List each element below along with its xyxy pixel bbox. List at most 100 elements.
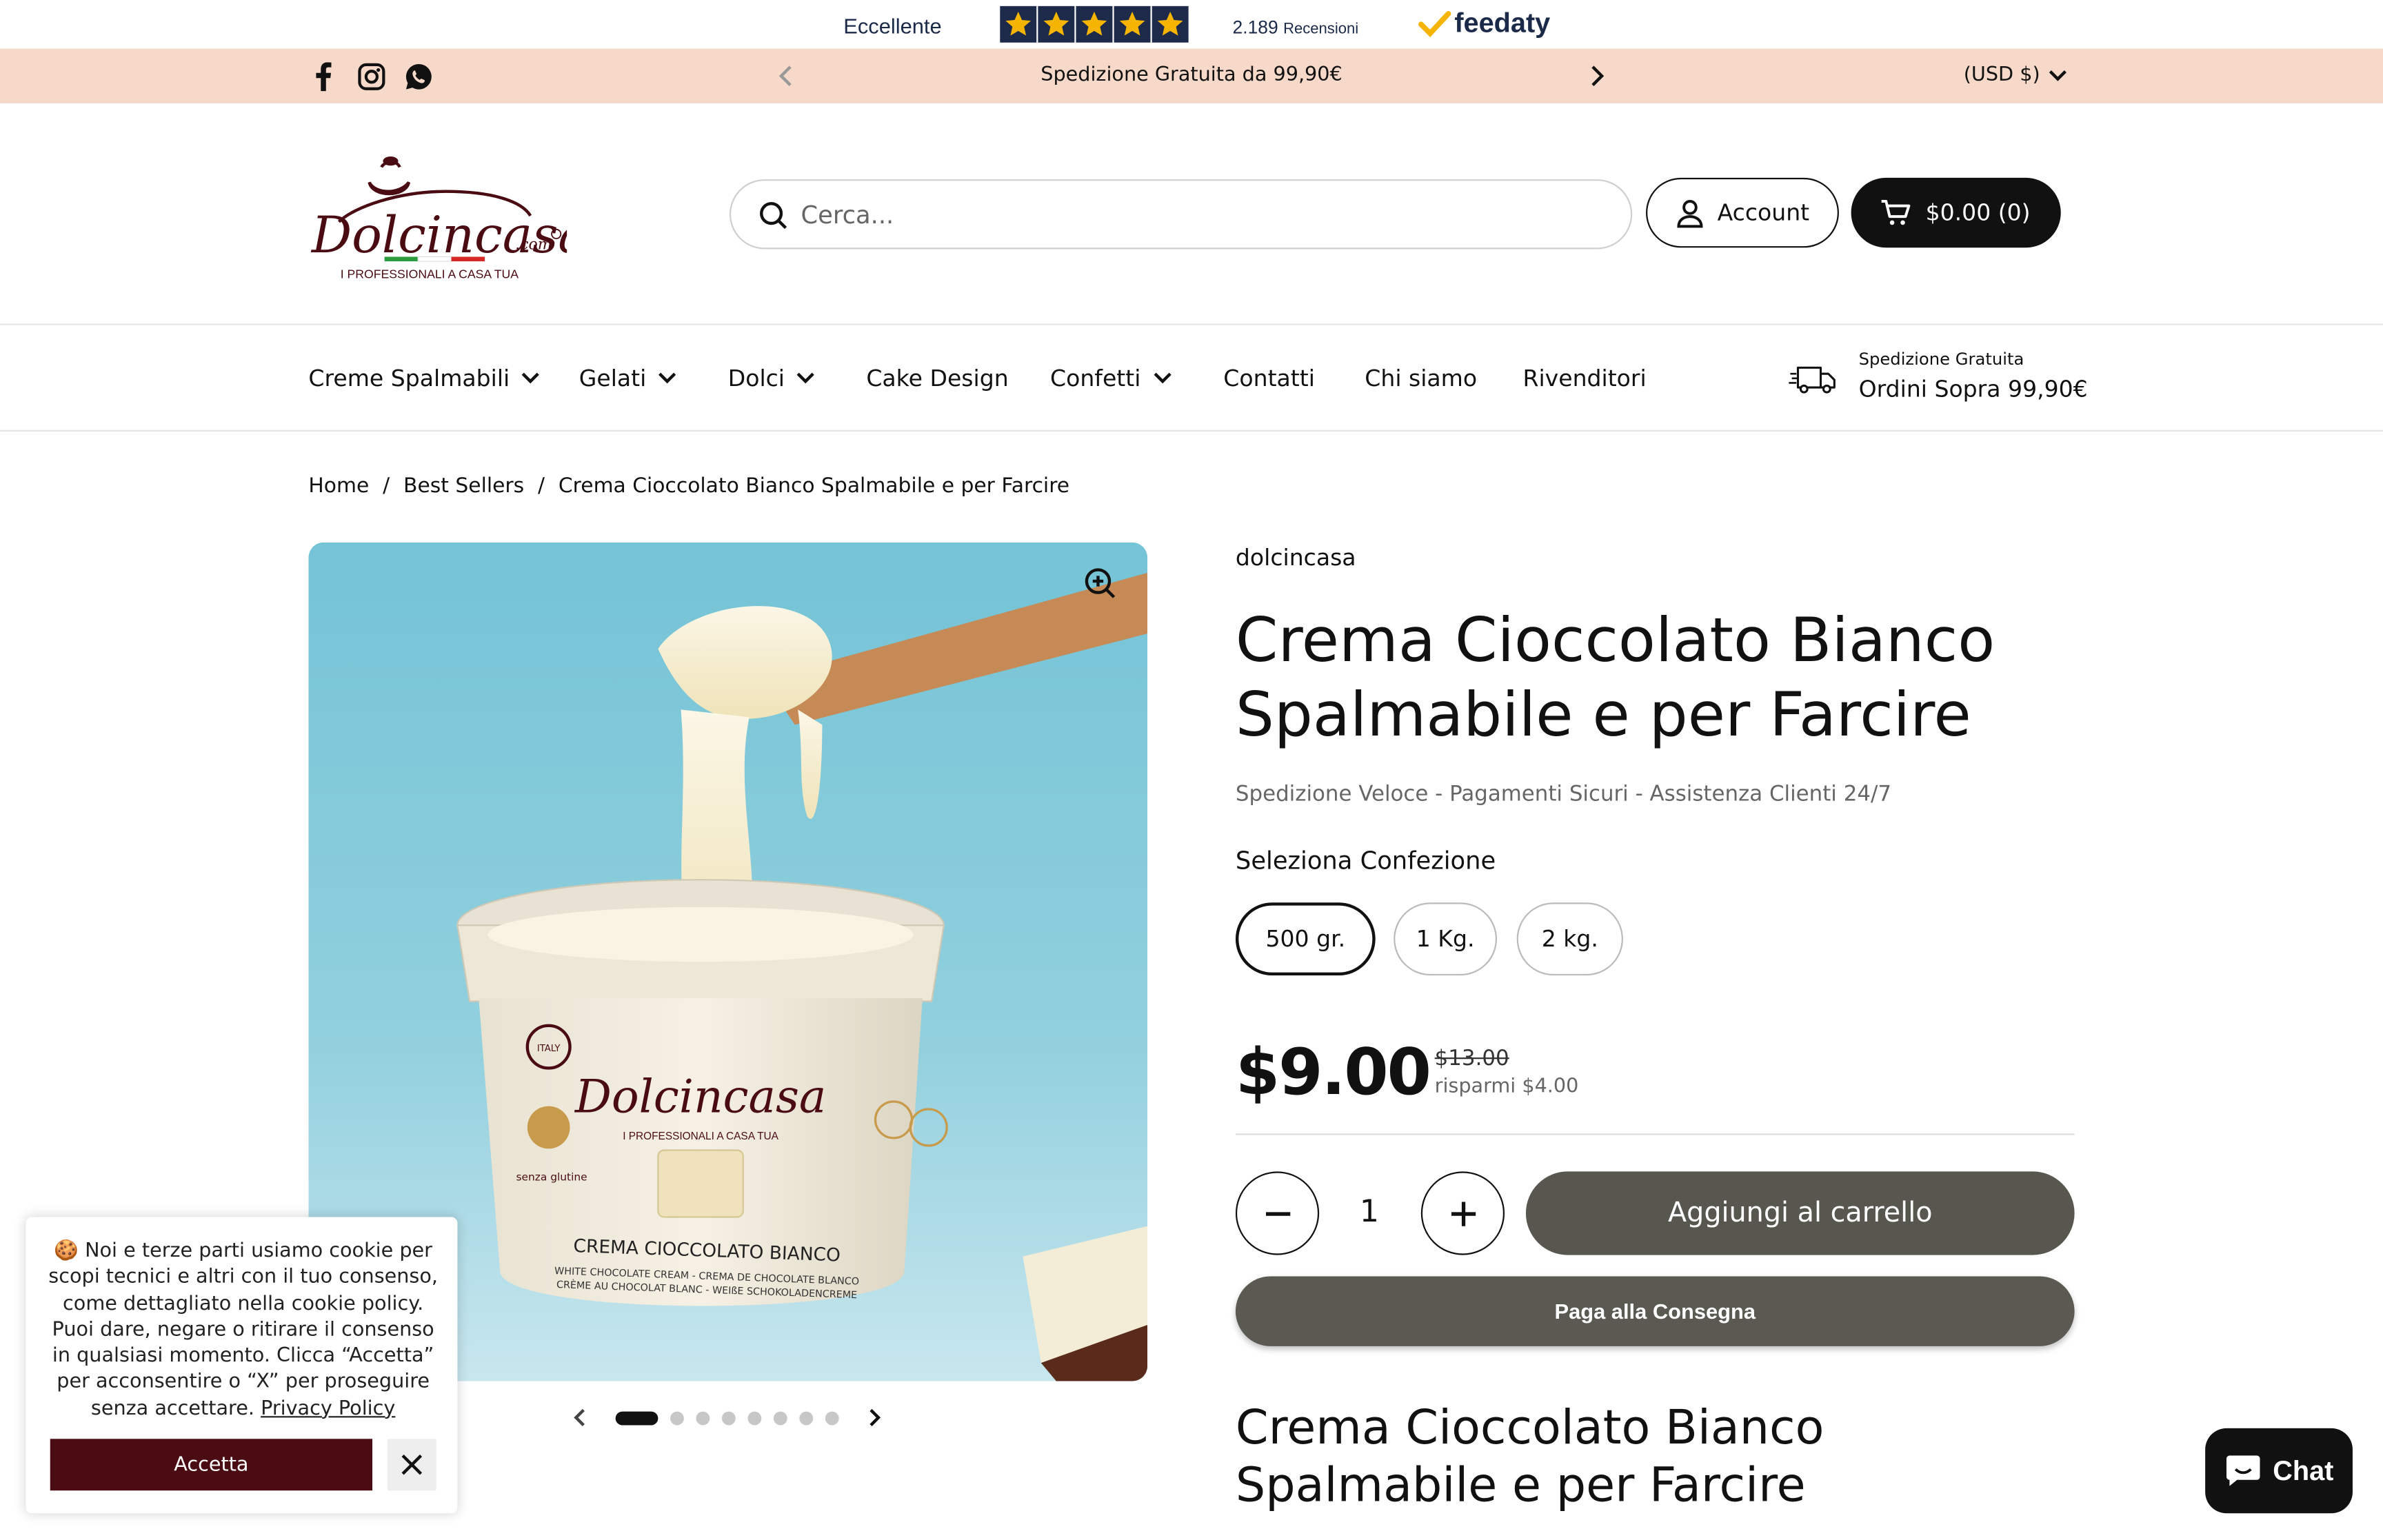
nav-item-creme-spalmabili[interactable]: Creme Spalmabili: [308, 365, 540, 392]
cart-label: $0.00 (0): [1925, 199, 2031, 227]
breadcrumb-home[interactable]: Home: [308, 474, 369, 498]
cart-icon: [1881, 200, 1911, 225]
option-2kg[interactable]: 2 kg.: [1516, 902, 1623, 976]
breadcrumb-current: Crema Cioccolato Bianco Spalmabile e per…: [558, 474, 1070, 498]
compare-price: $13.00: [1434, 1046, 1509, 1071]
breadcrumb-separator: /: [383, 474, 390, 498]
nav-item-gelati[interactable]: Gelati: [579, 365, 677, 392]
chevron-down-icon: [1153, 372, 1171, 384]
page: Eccellente 2.189 Recensioni feedaty Sped…: [0, 0, 2383, 1539]
close-icon: [401, 1454, 423, 1475]
chevron-right-icon[interactable]: [1589, 65, 1605, 87]
quantity-decrease-button[interactable]: [1235, 1171, 1320, 1255]
svg-text:I PROFESSIONALI A CASA TUA: I PROFESSIONALI A CASA TUA: [623, 1131, 778, 1142]
cookie-message: Noi e terze parti usiamo cookie per scop…: [48, 1239, 439, 1421]
chevron-down-icon: [797, 372, 815, 384]
cash-on-delivery-button[interactable]: Paga alla Consegna: [1235, 1276, 2075, 1346]
search-input[interactable]: [801, 197, 1561, 232]
product-vendor[interactable]: dolcincasa: [1236, 544, 1356, 571]
zoom-in-icon[interactable]: [1084, 567, 1117, 600]
nav-item-label: Gelati: [579, 364, 647, 392]
gallery-dot[interactable]: [825, 1410, 839, 1425]
account-label: Account: [1717, 199, 1810, 227]
chevron-down-icon: [658, 372, 676, 384]
nav-item-label: Chi siamo: [1365, 364, 1478, 392]
feedaty-logo[interactable]: feedaty: [1418, 8, 1550, 39]
svg-text:senza glutine: senza glutine: [516, 1171, 587, 1184]
cookie-icon: 🍪: [54, 1239, 79, 1263]
currency-label: (USD $): [1963, 63, 2040, 87]
checkmark-icon: [1418, 10, 1451, 37]
chevron-down-icon: [522, 372, 540, 384]
svg-text:Dolcincasa: Dolcincasa: [574, 1070, 826, 1123]
star-icon: [1152, 6, 1189, 43]
chat-button[interactable]: Chat: [2205, 1428, 2353, 1514]
chevron-left-icon[interactable]: [570, 1407, 592, 1428]
gallery-dot[interactable]: [696, 1410, 710, 1425]
rating-stars: [1000, 6, 1189, 43]
chevron-down-icon: [2049, 69, 2067, 81]
quantity-increase-button[interactable]: [1420, 1171, 1505, 1255]
nav-item-label: Rivenditori: [1522, 364, 1647, 392]
nav-item-contatti[interactable]: Contatti: [1223, 365, 1315, 392]
account-button[interactable]: Account: [1646, 177, 1839, 248]
plus-icon: [1450, 1201, 1476, 1226]
review-count-suffix: Recensioni: [1283, 21, 1359, 39]
chat-label: Chat: [2273, 1455, 2334, 1486]
gallery-pagination: [570, 1407, 885, 1428]
gallery-dot[interactable]: [773, 1410, 787, 1425]
chevron-right-icon[interactable]: [863, 1407, 885, 1428]
shipping-line-2: Ordini Sopra 99,90€: [1858, 375, 2088, 403]
gallery-dot[interactable]: [670, 1410, 684, 1425]
gallery-dot[interactable]: [615, 1410, 658, 1425]
currency-selector[interactable]: (USD $): [1964, 64, 2068, 87]
svg-text:ITALY: ITALY: [537, 1044, 561, 1054]
quantity-input[interactable]: 1: [1323, 1193, 1417, 1229]
savings-label: risparmi $4.00: [1434, 1075, 1579, 1099]
gallery-dot[interactable]: [721, 1410, 736, 1425]
site-logo[interactable]: Dolcincasa .com I PROFESSIONALI A CASA T…: [308, 149, 567, 289]
privacy-policy-link[interactable]: Privacy Policy: [261, 1397, 395, 1420]
review-count-number: 2.189: [1232, 17, 1278, 39]
nav-item-dolci[interactable]: Dolci: [728, 365, 815, 392]
cart-button[interactable]: $0.00 (0): [1851, 177, 2061, 248]
nav-item-confetti[interactable]: Confetti: [1050, 365, 1171, 392]
add-to-cart-button[interactable]: Aggiungi al carrello: [1525, 1171, 2075, 1255]
divider: [1235, 1133, 2075, 1135]
user-icon: [1677, 199, 1703, 227]
option-1kg[interactable]: 1 Kg.: [1394, 902, 1498, 976]
nav-item-cake-design[interactable]: Cake Design: [866, 365, 1008, 392]
nav-item-label: Confetti: [1050, 364, 1141, 392]
nav-item-chi-siamo[interactable]: Chi siamo: [1365, 365, 1477, 392]
description-heading: Crema Cioccolato Bianco Spalmabile e per…: [1235, 1401, 1824, 1514]
product-price: $9.00: [1235, 1034, 1431, 1109]
option-500gr[interactable]: 500 gr.: [1235, 902, 1376, 976]
star-icon: [1076, 6, 1113, 43]
announcement-bar: Spedizione Gratuita da 99,90€ (USD $): [0, 48, 2383, 103]
nav-item-label: Creme Spalmabili: [308, 364, 510, 392]
shipping-line-1: Spedizione Gratuita: [1858, 349, 2024, 369]
cookie-banner: 🍪 Noi e terze parti usiamo cookie per sc…: [26, 1217, 458, 1514]
rating-label: Eccellente: [843, 13, 942, 39]
cookie-close-button[interactable]: [388, 1439, 436, 1491]
chat-bubble-icon: [2225, 1455, 2260, 1486]
review-count: 2.189 Recensioni: [1233, 17, 1359, 38]
star-icon: [1114, 6, 1151, 43]
svg-text:Dolcincasa: Dolcincasa: [310, 206, 567, 265]
option-label: Seleziona Confezione: [1235, 846, 1496, 875]
delivery-truck-icon: [1789, 366, 1836, 394]
gallery-dot[interactable]: [799, 1410, 814, 1425]
cookie-accept-button[interactable]: Accetta: [50, 1439, 373, 1491]
gallery-dot[interactable]: [747, 1410, 762, 1425]
nav-item-label: Dolci: [727, 364, 785, 392]
feedaty-label: feedaty: [1454, 8, 1551, 39]
reviews-bar[interactable]: Eccellente 2.189 Recensioni feedaty: [0, 0, 2383, 49]
nav-item-rivenditori[interactable]: Rivenditori: [1523, 365, 1647, 392]
breadcrumb-best-sellers[interactable]: Best Sellers: [403, 474, 524, 498]
svg-text:I PROFESSIONALI A CASA TUA: I PROFESSIONALI A CASA TUA: [341, 267, 519, 281]
svg-text:.com: .com: [515, 236, 552, 253]
star-icon: [1038, 6, 1075, 43]
search-bar[interactable]: [729, 179, 1633, 250]
minus-icon: [1265, 1211, 1290, 1215]
breadcrumb: Home / Best Sellers / Crema Cioccolato B…: [308, 474, 1069, 498]
